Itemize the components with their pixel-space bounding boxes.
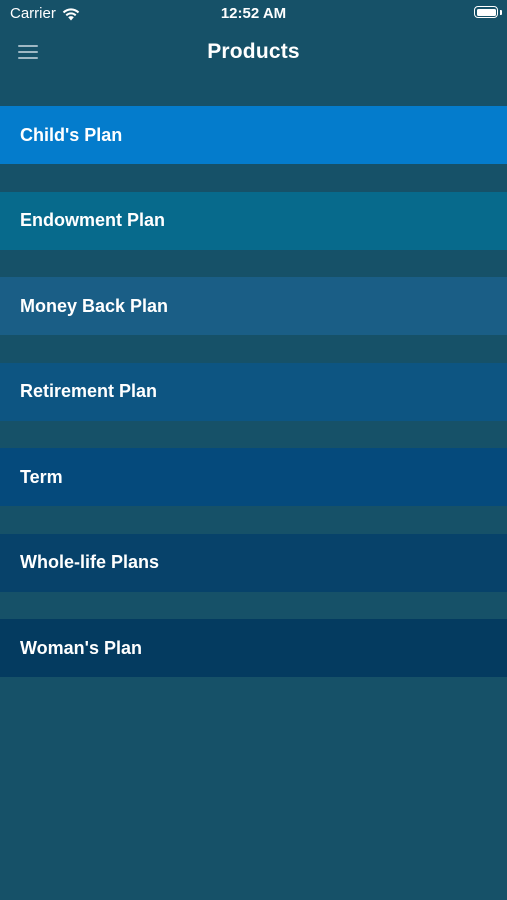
page-title: Products <box>207 40 300 63</box>
products-list: Child's Plan Endowment Plan Money Back P… <box>0 106 507 705</box>
list-item-label: Money Back Plan <box>20 295 169 316</box>
list-item-label: Woman's Plan <box>20 637 142 658</box>
battery-icon <box>474 6 498 18</box>
status-time: 12:52 AM <box>220 5 287 22</box>
navigation-bar: Products <box>0 28 507 78</box>
list-item-childs-plan[interactable]: Child's Plan <box>0 106 507 164</box>
list-item-womans-plan[interactable]: Woman's Plan <box>0 619 507 677</box>
list-item-label: Whole-life Plans <box>20 552 160 572</box>
status-bar: Carrier 12:52 AM <box>0 0 507 28</box>
list-item-label: Retirement Plan <box>20 381 158 401</box>
list-item-money-back-plan[interactable]: Money Back Plan <box>0 277 507 335</box>
list-item-term[interactable]: Term <box>0 448 507 506</box>
list-item-retirement-plan[interactable]: Retirement Plan <box>0 362 507 421</box>
list-item-endowment-plan[interactable]: Endowment Plan <box>0 191 507 250</box>
battery-level <box>476 8 496 16</box>
list-item-label: Endowment Plan <box>20 210 166 230</box>
list-item-label: Term <box>20 466 63 487</box>
battery-nub <box>500 10 502 15</box>
list-item-label: Child's Plan <box>20 124 123 145</box>
list-item-whole-life-plans[interactable]: Whole-life Plans <box>0 533 507 592</box>
